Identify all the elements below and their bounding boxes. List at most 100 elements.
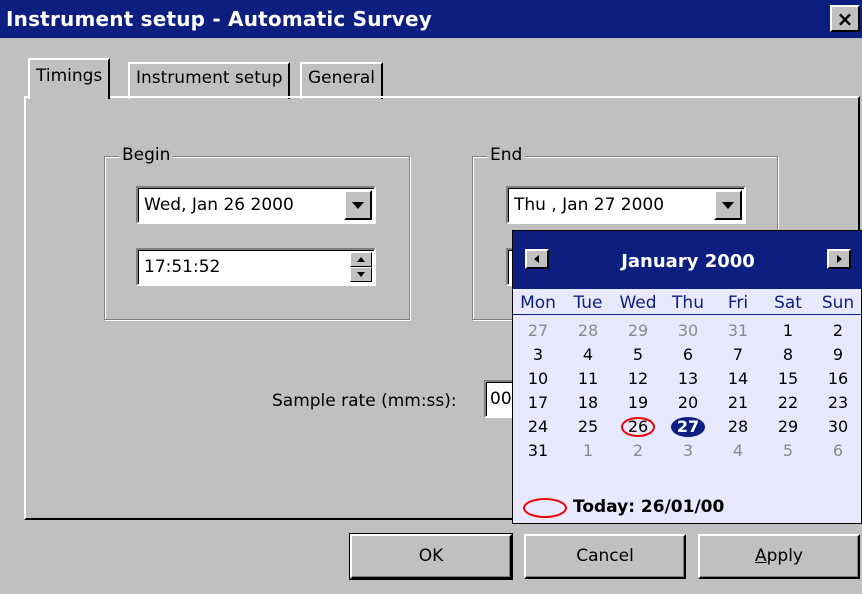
begin-time-spinner[interactable]: [350, 252, 372, 282]
arrow-up-icon: [357, 257, 365, 262]
weekday-label: Fri: [727, 293, 749, 313]
day-number: 21: [727, 393, 749, 412]
calendar-day[interactable]: 27: [663, 415, 713, 439]
day-number: 30: [677, 321, 699, 340]
day-number: 28: [577, 321, 599, 340]
ok-button-label: OK: [418, 546, 444, 566]
tab-timings[interactable]: Timings: [28, 58, 111, 99]
sample-rate-value: 00: [490, 389, 512, 409]
spin-up-button[interactable]: [350, 252, 372, 267]
calendar-day[interactable]: 4: [563, 343, 613, 367]
day-number: 29: [627, 321, 649, 340]
calendar-popup: January 2000 Mon Tue Wed Thu Fri Sat Sun 27 28 2…: [512, 230, 862, 524]
begin-time-field[interactable]: 17:51:52: [136, 248, 376, 286]
apply-button[interactable]: Apply: [698, 534, 860, 579]
calendar-week-row: 3 4 5 6 7 8 9: [513, 343, 862, 367]
calendar-day[interactable]: 19: [613, 391, 663, 415]
calendar-day[interactable]: 21: [713, 391, 763, 415]
ok-button[interactable]: OK: [349, 533, 513, 580]
calendar-day[interactable]: 28: [713, 415, 763, 439]
calendar-day[interactable]: 1: [763, 319, 813, 343]
calendar-day[interactable]: 28: [563, 319, 613, 343]
weekday-label: Sun: [821, 293, 855, 313]
calendar-day[interactable]: 27: [513, 319, 563, 343]
begin-group-label: Begin: [119, 145, 174, 165]
arrow-right-icon: [837, 255, 842, 263]
calendar-week-row: 10 11 12 13 14 15 16: [513, 367, 862, 391]
cancel-button-label: Cancel: [576, 546, 634, 566]
calendar-day[interactable]: 24: [513, 415, 563, 439]
calendar-day[interactable]: 5: [613, 343, 663, 367]
calendar-day[interactable]: 16: [813, 367, 862, 391]
end-date-picker[interactable]: Thu , Jan 27 2000: [506, 186, 746, 224]
spin-down-button[interactable]: [350, 267, 372, 282]
cancel-button[interactable]: Cancel: [524, 534, 686, 579]
calendar-day[interactable]: 7: [713, 343, 763, 367]
begin-time-value: 17:51:52: [144, 257, 221, 277]
calendar-day[interactable]: 6: [663, 343, 713, 367]
begin-date-value: Wed, Jan 26 2000: [144, 195, 294, 215]
day-number: 31: [527, 441, 549, 460]
calendar-day[interactable]: 31: [513, 439, 563, 463]
calendar-day[interactable]: 14: [713, 367, 763, 391]
end-group-label: End: [487, 145, 526, 165]
tab-instrument-setup[interactable]: Instrument setup: [128, 62, 291, 99]
calendar-day[interactable]: 18: [563, 391, 613, 415]
end-date-dropdown-button[interactable]: [714, 190, 742, 220]
calendar-day[interactable]: 23: [813, 391, 862, 415]
calendar-day[interactable]: 20: [663, 391, 713, 415]
calendar-day[interactable]: 31: [713, 319, 763, 343]
calendar-day[interactable]: 10: [513, 367, 563, 391]
begin-group: Begin: [104, 145, 410, 320]
calendar-day[interactable]: 30: [663, 319, 713, 343]
next-month-button[interactable]: [827, 249, 851, 269]
calendar-weekday-row: Mon Tue Wed Thu Fri Sat Sun: [513, 291, 862, 315]
tab-general[interactable]: General: [300, 62, 383, 99]
day-number: 27: [670, 417, 706, 437]
day-number: 18: [577, 393, 599, 412]
calendar-day[interactable]: 9: [813, 343, 862, 367]
calendar-day[interactable]: 1: [563, 439, 613, 463]
calendar-day[interactable]: 3: [663, 439, 713, 463]
calendar-day[interactable]: 29: [613, 319, 663, 343]
calendar-day[interactable]: 12: [613, 367, 663, 391]
calendar-day[interactable]: 15: [763, 367, 813, 391]
calendar-day[interactable]: 22: [763, 391, 813, 415]
calendar-day[interactable]: 2: [813, 319, 862, 343]
day-number: 6: [832, 441, 844, 460]
day-number: 10: [527, 369, 549, 388]
sample-rate-label: Sample rate (mm:ss):: [272, 391, 457, 411]
calendar-day[interactable]: 17: [513, 391, 563, 415]
day-number: 1: [782, 321, 794, 340]
begin-date-dropdown-button[interactable]: [344, 190, 372, 220]
calendar-day[interactable]: 6: [813, 439, 862, 463]
calendar-day[interactable]: 11: [563, 367, 613, 391]
day-number: 3: [532, 345, 544, 364]
calendar-day[interactable]: 29: [763, 415, 813, 439]
calendar-day[interactable]: 3: [513, 343, 563, 367]
calendar-day[interactable]: 25: [563, 415, 613, 439]
day-number: 6: [682, 345, 694, 364]
calendar-day[interactable]: 2: [613, 439, 663, 463]
day-number: 15: [777, 369, 799, 388]
calendar-day[interactable]: 8: [763, 343, 813, 367]
day-number: 29: [777, 417, 799, 436]
today-label: Today: 26/01/00: [573, 497, 725, 517]
calendar-day[interactable]: 13: [663, 367, 713, 391]
day-number: 12: [627, 369, 649, 388]
day-number: 9: [832, 345, 844, 364]
calendar-day[interactable]: 30: [813, 415, 862, 439]
calendar-day[interactable]: 5: [763, 439, 813, 463]
day-number: 24: [527, 417, 549, 436]
tab-label: General: [308, 68, 375, 88]
calendar-week-row: 27 28 29 30 31 1 2: [513, 319, 862, 343]
apply-button-label: Apply: [754, 546, 803, 566]
begin-date-picker[interactable]: Wed, Jan 26 2000: [136, 186, 376, 224]
calendar-week-row: 24 25 26 27 28 29 30: [513, 415, 862, 439]
calendar-day[interactable]: 26: [613, 415, 663, 439]
day-number: 30: [827, 417, 849, 436]
day-number: 28: [727, 417, 749, 436]
close-button[interactable]: ×: [830, 5, 860, 32]
calendar-day[interactable]: 4: [713, 439, 763, 463]
day-number: 23: [827, 393, 849, 412]
